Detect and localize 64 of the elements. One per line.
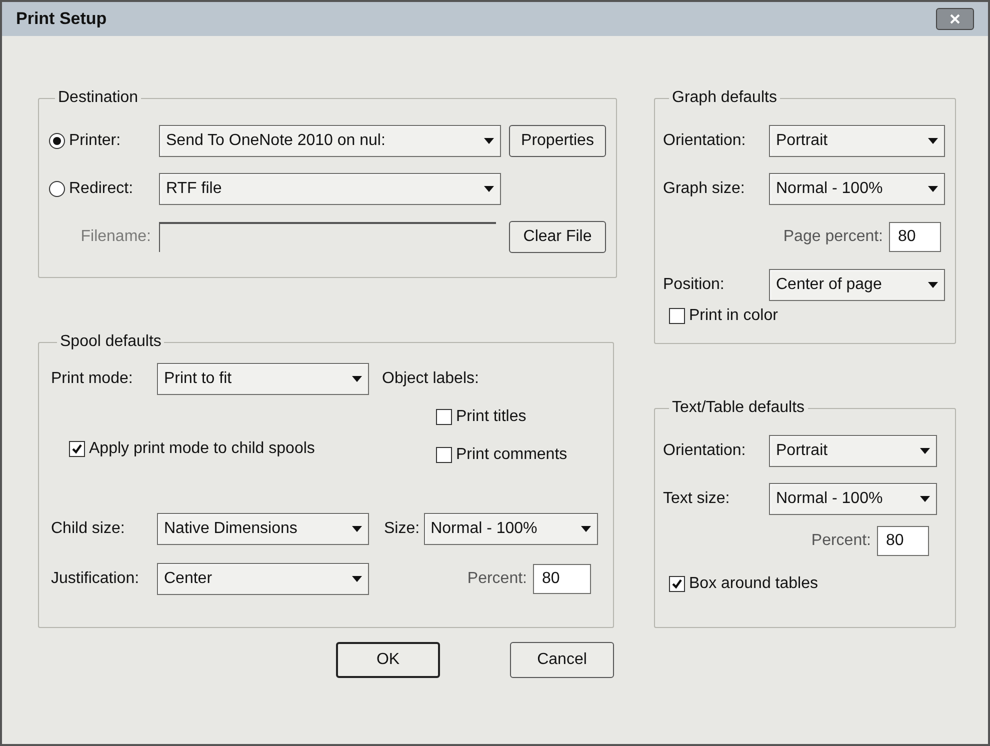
- checkbox-label: Print comments: [456, 445, 568, 465]
- checkbox-label: Print titles: [456, 407, 526, 427]
- group-title: Destination: [57, 88, 140, 108]
- checkbox-label: Print in color: [689, 306, 778, 326]
- caret-icon: [580, 526, 591, 532]
- dropdown[interactable]: Normal - 100%: [769, 483, 937, 515]
- percent-field[interactable]: 80: [889, 222, 941, 252]
- field-label: Percent:: [811, 531, 871, 551]
- field-label: Orientation:: [663, 131, 747, 151]
- field-label: Page percent:: [783, 227, 883, 247]
- field-label: Text size:: [663, 489, 731, 509]
- field-label: Redirect:: [69, 179, 134, 199]
- dropdown[interactable]: Normal - 100%: [424, 513, 598, 545]
- checkbox[interactable]: [669, 308, 685, 324]
- dropdown[interactable]: RTF file: [159, 173, 501, 205]
- checkbox-label: Box around tables: [689, 574, 818, 594]
- caret-icon: [928, 282, 938, 288]
- dropdown[interactable]: Native Dimensions: [157, 513, 369, 545]
- radio-button[interactable]: [49, 181, 65, 197]
- caret-icon: [484, 186, 494, 192]
- dropdown[interactable]: Portrait: [769, 125, 945, 157]
- dropdown[interactable]: Send To OneNote 2010 on nul:: [159, 125, 501, 157]
- group-title: Text/Table defaults: [671, 398, 806, 418]
- percent-field[interactable]: 80: [533, 564, 591, 594]
- dropdown[interactable]: Center: [157, 563, 369, 595]
- group-title: Graph defaults: [671, 88, 778, 108]
- field-label: Percent:: [466, 569, 528, 589]
- close-button[interactable]: [936, 8, 974, 30]
- field-label: Printer:: [69, 131, 121, 151]
- button[interactable]: Properties: [509, 125, 606, 157]
- caret-icon: [920, 496, 930, 502]
- window-title: Print Setup: [16, 8, 107, 30]
- caret-icon: [352, 376, 362, 382]
- close-icon: [950, 14, 960, 24]
- percent-field[interactable]: 80: [877, 526, 929, 556]
- field-label: Filename:: [80, 227, 152, 247]
- field-label: Child size:: [51, 519, 126, 539]
- field-label: Object labels:: [382, 369, 479, 389]
- checkbox[interactable]: [669, 576, 685, 592]
- checkbox[interactable]: [436, 447, 452, 463]
- checkbox[interactable]: [69, 441, 85, 457]
- dropdown[interactable]: Portrait: [769, 435, 937, 467]
- field-label: Graph size:: [663, 179, 746, 199]
- dropdown[interactable]: Center of page: [769, 269, 945, 301]
- caret-icon: [928, 186, 938, 192]
- caret-icon: [484, 138, 494, 144]
- dropdown[interactable]: Print to fit: [157, 363, 369, 395]
- button[interactable]: OK: [336, 642, 440, 678]
- checkbox-label: Apply print mode to child spools: [89, 439, 315, 459]
- dropdown[interactable]: Normal - 100%: [769, 173, 945, 205]
- field-label: Print mode:: [51, 369, 134, 389]
- field-label: Size:: [384, 519, 420, 539]
- field-label: Orientation:: [663, 441, 747, 461]
- caret-icon: [352, 526, 362, 532]
- field-label: Justification:: [51, 569, 140, 589]
- button[interactable]: Cancel: [510, 642, 614, 678]
- caret-icon: [928, 138, 938, 144]
- field-label: Position:: [663, 275, 726, 295]
- caret-icon: [352, 576, 362, 582]
- caret-icon: [920, 448, 930, 454]
- button[interactable]: Clear File: [509, 221, 606, 253]
- group-title: Spool defaults: [59, 332, 162, 352]
- checkbox[interactable]: [436, 409, 452, 425]
- radio-button[interactable]: [49, 133, 65, 149]
